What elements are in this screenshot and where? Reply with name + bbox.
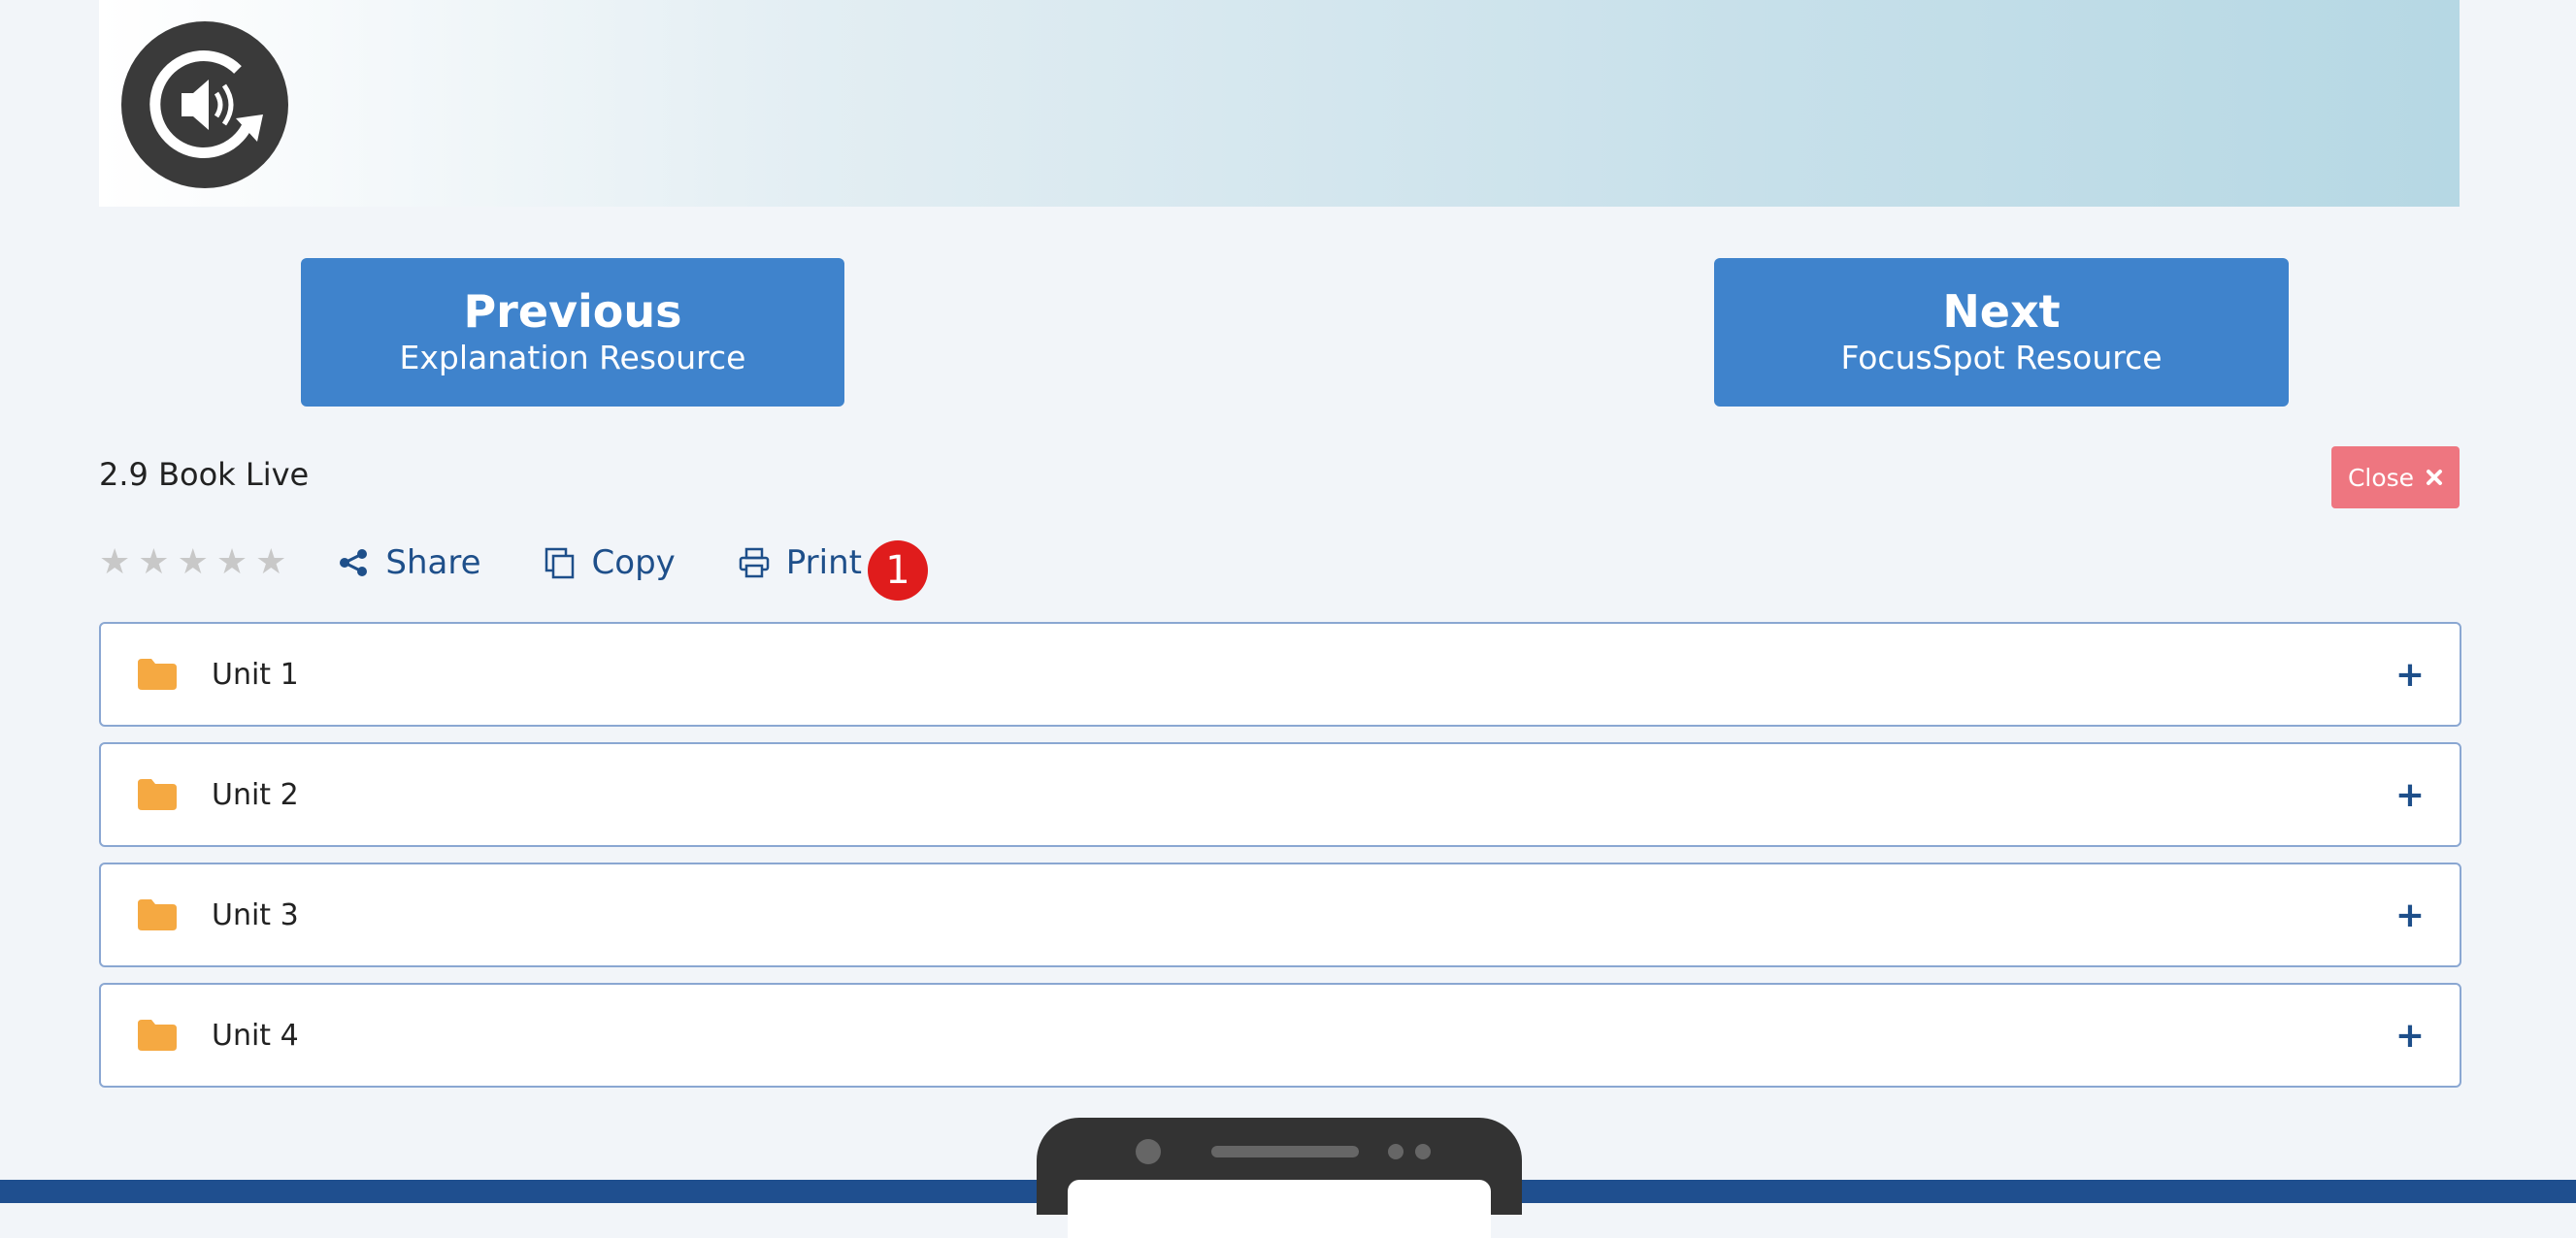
star-icon[interactable]: ★ bbox=[178, 545, 209, 580]
expand-icon[interactable]: + bbox=[2395, 1016, 2425, 1056]
star-rating[interactable]: ★ ★ ★ ★ ★ bbox=[99, 545, 286, 580]
print-label: Print bbox=[785, 543, 862, 582]
previous-label: Previous bbox=[463, 284, 682, 338]
previous-resource-button[interactable]: Previous Explanation Resource bbox=[301, 258, 844, 407]
star-icon[interactable]: ★ bbox=[138, 545, 169, 580]
unit-row-3[interactable]: Unit 3 + bbox=[99, 863, 2461, 967]
phone-illustration bbox=[1037, 1118, 1522, 1238]
expand-icon[interactable]: + bbox=[2395, 896, 2425, 935]
phone-speaker bbox=[1211, 1146, 1359, 1157]
speaker-replay-icon bbox=[149, 50, 263, 158]
share-button[interactable]: Share bbox=[337, 543, 481, 582]
phone-sensor bbox=[1415, 1144, 1431, 1159]
next-subtitle: FocusSpot Resource bbox=[1840, 338, 2163, 376]
copy-icon bbox=[545, 547, 574, 579]
unit-label: Unit 2 bbox=[212, 777, 299, 812]
previous-subtitle: Explanation Resource bbox=[399, 338, 746, 376]
unit-row-2[interactable]: Unit 2 + bbox=[99, 742, 2461, 847]
share-label: Share bbox=[385, 543, 481, 582]
star-icon[interactable]: ★ bbox=[255, 545, 286, 580]
print-button[interactable]: Print bbox=[738, 543, 862, 582]
unit-label: Unit 4 bbox=[212, 1018, 299, 1053]
star-icon[interactable]: ★ bbox=[216, 545, 248, 580]
phone-sensor bbox=[1388, 1144, 1404, 1159]
phone-camera bbox=[1136, 1139, 1161, 1164]
share-icon bbox=[340, 549, 368, 576]
phone-screen bbox=[1068, 1180, 1491, 1238]
resource-toolbar: ★ ★ ★ ★ ★ Share Copy Print bbox=[99, 538, 924, 587]
copy-label: Copy bbox=[591, 543, 676, 582]
folder-icon bbox=[138, 1020, 177, 1051]
star-icon[interactable]: ★ bbox=[99, 545, 130, 580]
unit-row-4[interactable]: Unit 4 + bbox=[99, 983, 2461, 1088]
folder-icon bbox=[138, 779, 177, 810]
close-button[interactable]: Close bbox=[2331, 446, 2460, 508]
expand-icon[interactable]: + bbox=[2395, 655, 2425, 695]
header-banner bbox=[99, 0, 2460, 207]
unit-label: Unit 1 bbox=[212, 657, 299, 692]
unit-row-1[interactable]: Unit 1 + bbox=[99, 622, 2461, 727]
copy-button[interactable]: Copy bbox=[544, 543, 676, 582]
next-label: Next bbox=[1942, 284, 2061, 338]
x-icon bbox=[2427, 470, 2443, 485]
next-resource-button[interactable]: Next FocusSpot Resource bbox=[1714, 258, 2289, 407]
printer-icon bbox=[739, 547, 770, 578]
resource-title: 2.9 Book Live bbox=[99, 456, 310, 493]
close-label: Close bbox=[2347, 463, 2415, 492]
folder-icon bbox=[138, 899, 177, 930]
expand-icon[interactable]: + bbox=[2395, 775, 2425, 815]
unit-label: Unit 3 bbox=[212, 897, 299, 932]
folder-icon bbox=[138, 659, 177, 690]
notification-badge: 1 bbox=[868, 540, 928, 601]
audio-replay-logo bbox=[121, 21, 288, 188]
